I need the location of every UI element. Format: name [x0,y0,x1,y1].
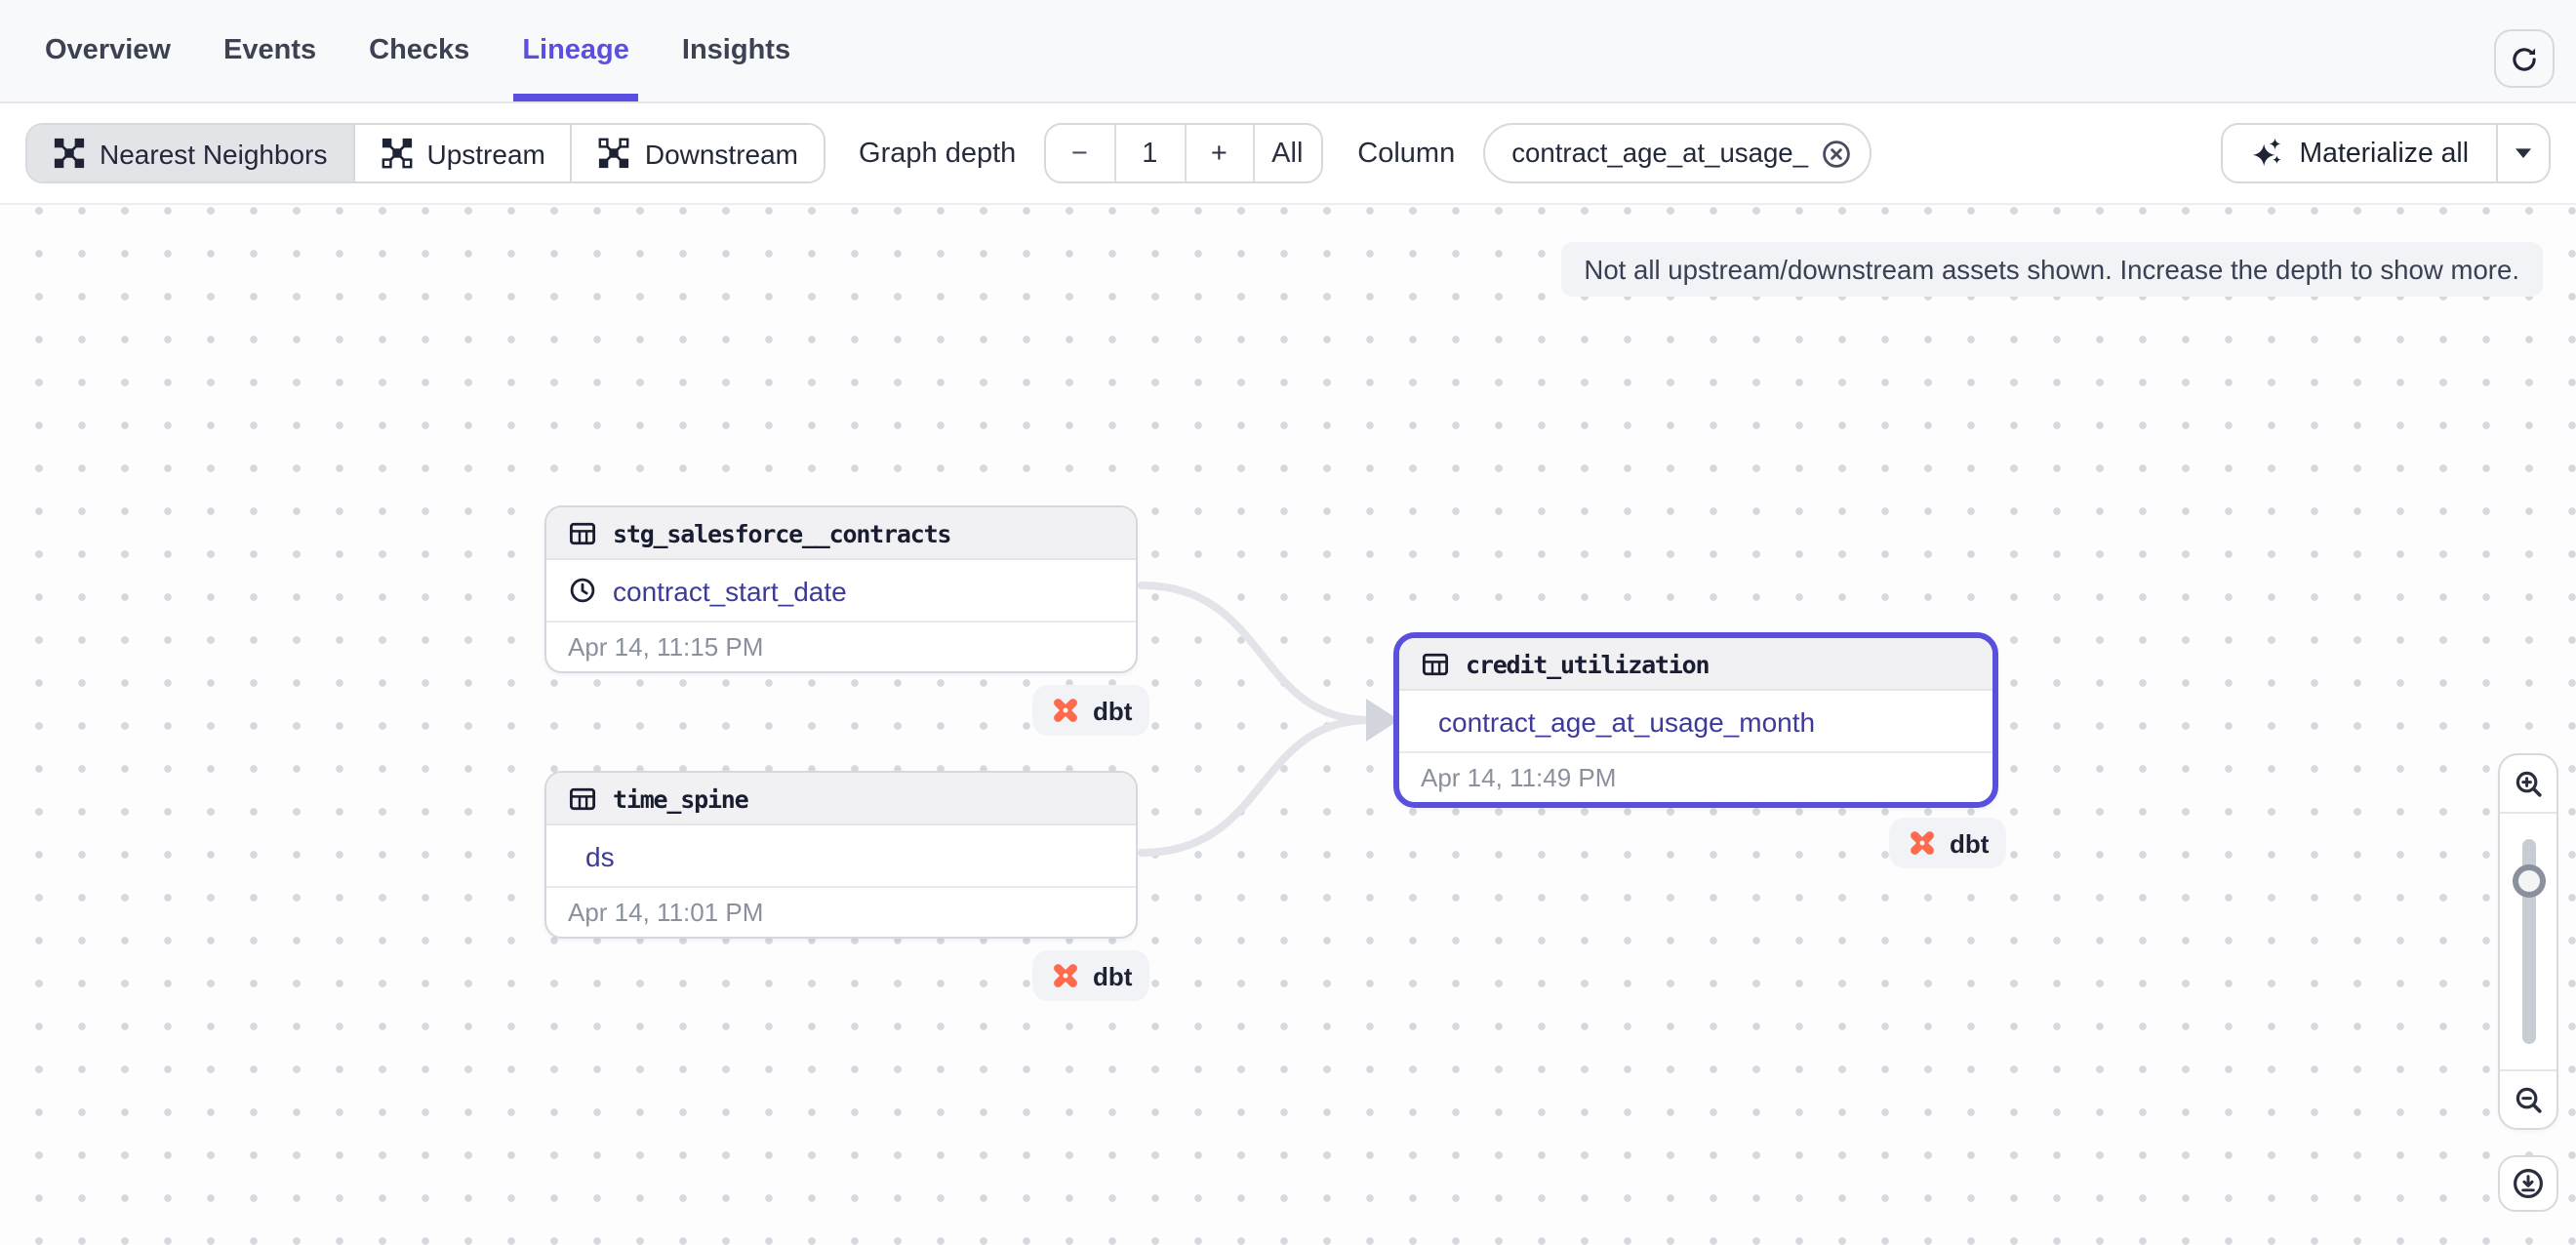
upstream-icon [380,137,413,170]
depth-notice-banner: Not all upstream/downstream assets shown… [1560,242,2543,297]
column-filter-pill[interactable]: contract_age_at_usage_ [1482,123,1871,183]
table-icon [568,518,597,547]
dbt-badge: dbt [1032,950,1149,1001]
table-icon [568,783,597,813]
center-view-button[interactable] [2498,1155,2558,1212]
zoom-in-button[interactable] [2500,755,2556,814]
view-mode-label: Downstream [645,138,798,169]
dbt-badge: dbt [1889,818,2006,868]
node-title: stg_salesforce__contracts [613,518,950,547]
downstream-icon [598,137,631,170]
view-mode-group: Nearest Neighbors Upstream [25,123,825,183]
close-circle-icon[interactable] [1820,138,1851,169]
node-credit-utilization[interactable]: credit_utilization contract_age_at_usage… [1393,632,1998,808]
dbt-logo-icon [1907,827,1938,859]
download-circle-icon [2512,1167,2545,1200]
node-timestamp: Apr 14, 11:01 PM [546,886,1136,937]
sparkles-icon [2251,137,2284,170]
tab-lineage[interactable]: Lineage [522,0,629,101]
view-mode-downstream[interactable]: Downstream [571,125,824,181]
dbt-badge: dbt [1032,685,1149,736]
zoom-slider-handle[interactable] [2512,864,2545,898]
view-mode-label: Nearest Neighbors [100,138,327,169]
column-name: contract_age_at_usage_month [1438,705,1815,737]
graph-depth-control: − 1 + All [1043,123,1322,183]
materialize-all-label: Materialize all [2300,138,2469,169]
dbt-badge-label: dbt [1950,828,1989,858]
tab-overview[interactable]: Overview [45,0,171,101]
view-mode-upstream[interactable]: Upstream [352,125,570,181]
depth-decrement-button[interactable]: − [1045,125,1113,181]
node-time-spine[interactable]: time_spine ds Apr 14, 11:01 PM [544,771,1138,939]
lineage-page: Overview Events Checks Lineage Insights [0,0,2576,1245]
lineage-edges [0,205,2576,1245]
column-name: ds [585,840,615,871]
tab-events[interactable]: Events [223,0,316,101]
depth-all-button[interactable]: All [1252,125,1320,181]
depth-increment-button[interactable]: + [1184,125,1252,181]
node-column-row[interactable]: ds [546,825,1136,886]
refresh-icon [2510,44,2539,73]
dbt-badge-label: dbt [1093,961,1132,990]
dbt-logo-icon [1050,960,1081,991]
node-timestamp: Apr 14, 11:49 PM [1399,751,1992,802]
lineage-toolbar: Nearest Neighbors Upstream [0,103,2576,205]
node-header: stg_salesforce__contracts [546,507,1136,560]
dbt-logo-icon [1050,695,1081,726]
node-header: credit_utilization [1399,638,1992,691]
header-tab-bar: Overview Events Checks Lineage Insights [0,0,2576,103]
materialize-split-button: Materialize all [2222,123,2551,183]
node-title: time_spine [613,783,748,813]
zoom-in-icon [2513,768,2544,799]
dbt-badge-label: dbt [1093,696,1132,725]
zoom-panel [2498,753,2558,1130]
lineage-canvas[interactable]: Not all upstream/downstream assets shown… [0,205,2576,1245]
table-icon [1421,649,1450,678]
node-column-row[interactable]: contract_age_at_usage_month [1399,691,1992,751]
materialize-dropdown-button[interactable] [2498,123,2551,183]
tab-checks[interactable]: Checks [369,0,469,101]
node-stg-salesforce-contracts[interactable]: stg_salesforce__contracts contract_start… [544,505,1138,673]
view-mode-label: Upstream [426,138,544,169]
nearest-neighbors-icon [53,137,86,170]
zoom-out-icon [2513,1084,2544,1115]
zoom-out-button[interactable] [2500,1069,2556,1128]
node-header: time_spine [546,773,1136,825]
caret-down-icon [2514,146,2533,160]
column-name: contract_start_date [613,575,847,606]
node-timestamp: Apr 14, 11:15 PM [546,621,1136,671]
zoom-slider[interactable] [2500,814,2556,1069]
node-title: credit_utilization [1466,649,1709,678]
node-column-row[interactable]: contract_start_date [546,560,1136,621]
column-filter-label: Column [1357,138,1455,169]
clock-icon [568,576,597,605]
graph-depth-label: Graph depth [859,138,1016,169]
depth-value: 1 [1113,125,1184,181]
tab-insights[interactable]: Insights [682,0,790,101]
column-filter-value: contract_age_at_usage_ [1511,139,1808,168]
materialize-all-button[interactable]: Materialize all [2222,123,2498,183]
view-mode-nearest-neighbors[interactable]: Nearest Neighbors [27,125,352,181]
refresh-button[interactable] [2494,29,2555,88]
